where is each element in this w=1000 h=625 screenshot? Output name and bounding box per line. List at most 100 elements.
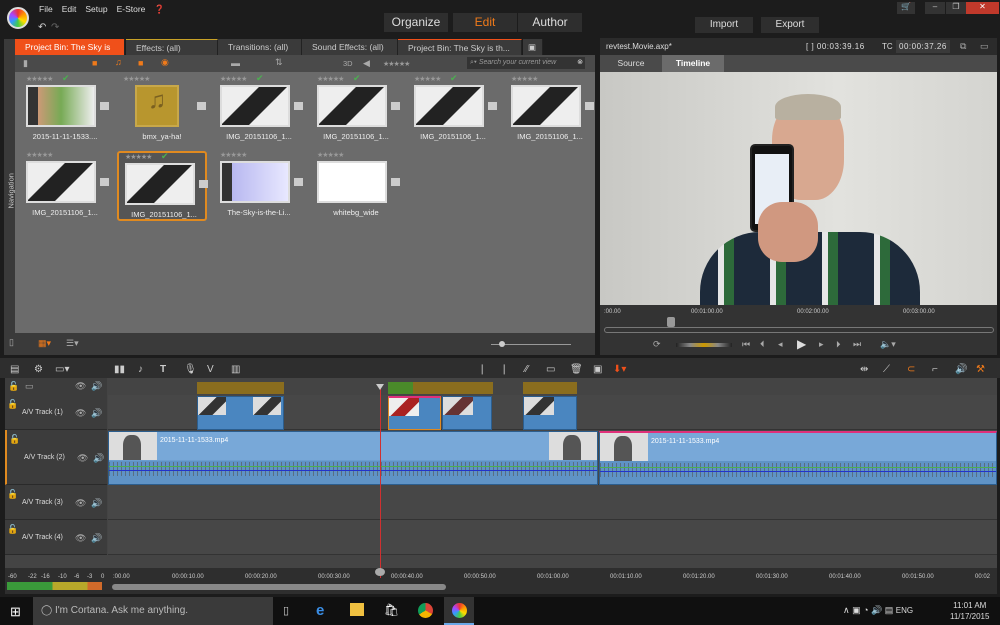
dynamic-length-icon[interactable]: ⚒	[976, 364, 985, 375]
play-icon[interactable]: ▶	[797, 337, 806, 351]
export-button[interactable]: Export	[761, 17, 819, 33]
help-icon[interactable]: ❓	[154, 4, 165, 14]
tab-source[interactable]: Source	[600, 55, 662, 72]
folder-icon[interactable]	[199, 180, 208, 188]
tab-timeline[interactable]: Timeline	[662, 55, 724, 72]
delete-icon[interactable]: 🗑	[570, 364, 583, 375]
snapshot-icon[interactable]: ▭	[546, 364, 555, 375]
library-item[interactable]: ★★★★★ The-Sky-is-the-Li...	[214, 151, 304, 221]
video-clip[interactable]: 2015-11-11-1533.mp4	[599, 431, 997, 485]
tab-transitions[interactable]: Transitions: (all)	[218, 39, 302, 55]
rating-stars[interactable]: ★★★★★	[125, 153, 152, 161]
track-header[interactable]: 🔓 A/V Track (2) 👁 🔊	[5, 430, 107, 485]
photo-clip-selected[interactable]	[388, 396, 441, 430]
import-media-icon[interactable]: ▮	[23, 58, 28, 69]
add-track-icon[interactable]: ▭	[25, 381, 34, 392]
system-tray[interactable]: ∧ ▣ ◔ 🔊 ▤ ENG	[843, 605, 913, 616]
rating-stars[interactable]: ★★★★★	[317, 151, 344, 159]
grid-view-icon[interactable]: ▦▾	[38, 338, 51, 349]
rating-stars[interactable]: ★★★★★	[317, 75, 344, 83]
forward-icon[interactable]: ▸	[819, 339, 824, 350]
sort-icon[interactable]: ⇅	[275, 57, 283, 68]
tab-effects[interactable]: Effects: (all)	[126, 39, 218, 55]
folder-icon[interactable]	[391, 102, 400, 110]
start-button[interactable]: ⊞	[10, 604, 21, 620]
loop-icon[interactable]: ⟳	[653, 339, 661, 350]
timecode-field[interactable]: 00:00:37.26	[896, 40, 950, 53]
track-options-icon[interactable]: ▭▾	[55, 364, 69, 375]
clock[interactable]: 11:01 AM 11/17/2015	[950, 600, 989, 622]
transition-bar[interactable]	[413, 382, 493, 394]
photo-clip[interactable]	[197, 396, 284, 430]
smart-mode-icon[interactable]: ⟋	[883, 364, 890, 375]
eye-icon[interactable]: 👁	[75, 408, 86, 419]
list-view-icon[interactable]: ☰▾	[66, 338, 79, 349]
library-item[interactable]: ★★★★★ whitebg_wide	[311, 151, 401, 221]
player-scrubber[interactable]	[667, 317, 675, 327]
language-indicator[interactable]: ENG	[896, 606, 913, 615]
restore-button[interactable]: ❐	[946, 2, 966, 14]
rating-stars[interactable]: ★★★★★	[220, 151, 247, 159]
photo-clip[interactable]	[523, 396, 577, 430]
track-header[interactable]: 🔓 A/V Track (1) 👁 🔊	[5, 395, 107, 430]
speaker-icon[interactable]: 🔊	[93, 453, 104, 464]
library-item[interactable]: ★★★★★ ✔ IMG_20151106_1...	[311, 73, 401, 145]
storyboard-icon[interactable]: ▥	[231, 364, 240, 375]
track-settings-icon[interactable]: ▤	[10, 364, 19, 375]
audio-scrub-icon[interactable]: 🔊	[955, 364, 967, 375]
speaker-icon[interactable]: 🔊	[91, 533, 102, 544]
library-item[interactable]: ★★★★★ IMG_20151106_1...	[505, 75, 595, 145]
library-item[interactable]: ★★★★★ ♫ bmx_ya-ha!	[117, 75, 207, 145]
lock-icon[interactable]: 🔓	[9, 434, 20, 445]
transition-bar[interactable]	[197, 382, 284, 394]
lock-icon[interactable]: 🔓	[7, 399, 18, 410]
thumbnail-size-slider[interactable]	[491, 341, 571, 347]
next-frame-icon[interactable]: ⏵	[836, 339, 841, 350]
player-ruler[interactable]: :00.00 00:01:00.00 00:02:00.00 00:03:00.00	[600, 305, 997, 335]
track-header[interactable]: 🔓 A/V Track (3) 👁 🔊	[5, 485, 107, 520]
tag-icon[interactable]: ◀	[363, 58, 370, 69]
close-button[interactable]: ✕	[966, 2, 999, 14]
folder-icon[interactable]	[100, 178, 109, 186]
stack-icon[interactable]: ▯	[9, 337, 14, 348]
tab-sound-effects[interactable]: Sound Effects: (all)	[302, 39, 398, 55]
photo-clip[interactable]	[442, 396, 492, 430]
chrome-icon[interactable]	[418, 603, 433, 618]
track-lane[interactable]	[108, 485, 997, 520]
go-to-start-icon[interactable]: ⏮	[742, 339, 750, 350]
camera-icon[interactable]: ▣	[593, 364, 602, 375]
rating-stars[interactable]: ★★★★★	[511, 75, 538, 83]
search-box[interactable]: ⌕▾ Search your current view ⊗	[467, 57, 585, 69]
ripple-icon[interactable]: ⇹	[860, 364, 868, 375]
menu-edit[interactable]: Edit	[62, 4, 77, 14]
mode-author[interactable]: Author	[518, 13, 582, 32]
filter-photo-icon[interactable]: ■	[138, 58, 143, 68]
library-item[interactable]: ★★★★★ ✔ IMG_20151106_1...	[214, 73, 304, 145]
voiceover-icon[interactable]: 🎙	[184, 364, 197, 375]
rating-stars[interactable]: ★★★★★	[123, 75, 150, 83]
mode-organize[interactable]: Organize	[384, 13, 448, 32]
timeline-ruler[interactable]: :00.00 00:00:10.00 00:00:20.00 00:00:30.00 0…	[5, 568, 997, 594]
folder-icon[interactable]	[488, 102, 497, 110]
folder-icon[interactable]	[100, 102, 109, 110]
scorefitter-icon[interactable]: ♪	[138, 364, 143, 375]
folder-icon[interactable]	[294, 102, 303, 110]
tab-project-bin[interactable]: Project Bin: The Sky is th... ×	[15, 39, 125, 68]
lock-icon[interactable]: 🔓	[7, 524, 18, 535]
folder-icon[interactable]: ▬	[231, 58, 240, 68]
visibility-all-icon[interactable]: 👁	[75, 381, 86, 392]
previous-frame-icon[interactable]: ⏴	[760, 339, 765, 350]
lock-icon[interactable]: 🔓	[7, 489, 18, 500]
folder-icon[interactable]	[294, 178, 303, 186]
eye-icon[interactable]: 👁	[75, 498, 86, 509]
rating-stars[interactable]: ★★★★★	[414, 75, 441, 83]
transition-icon[interactable]: V	[207, 364, 214, 375]
library-item[interactable]: ★★★★★ ✔ IMG_20151106_1...	[117, 151, 208, 221]
rating-stars[interactable]: ★★★★★	[220, 75, 247, 83]
player-scrollbar[interactable]	[604, 327, 994, 333]
filter-audio-icon[interactable]: ♫	[115, 57, 122, 67]
filter-project-icon[interactable]: ◉	[161, 57, 169, 68]
menu-setup[interactable]: Setup	[85, 4, 107, 14]
transition-bar[interactable]	[523, 382, 577, 394]
cart-icon[interactable]: 🛒	[897, 2, 915, 14]
